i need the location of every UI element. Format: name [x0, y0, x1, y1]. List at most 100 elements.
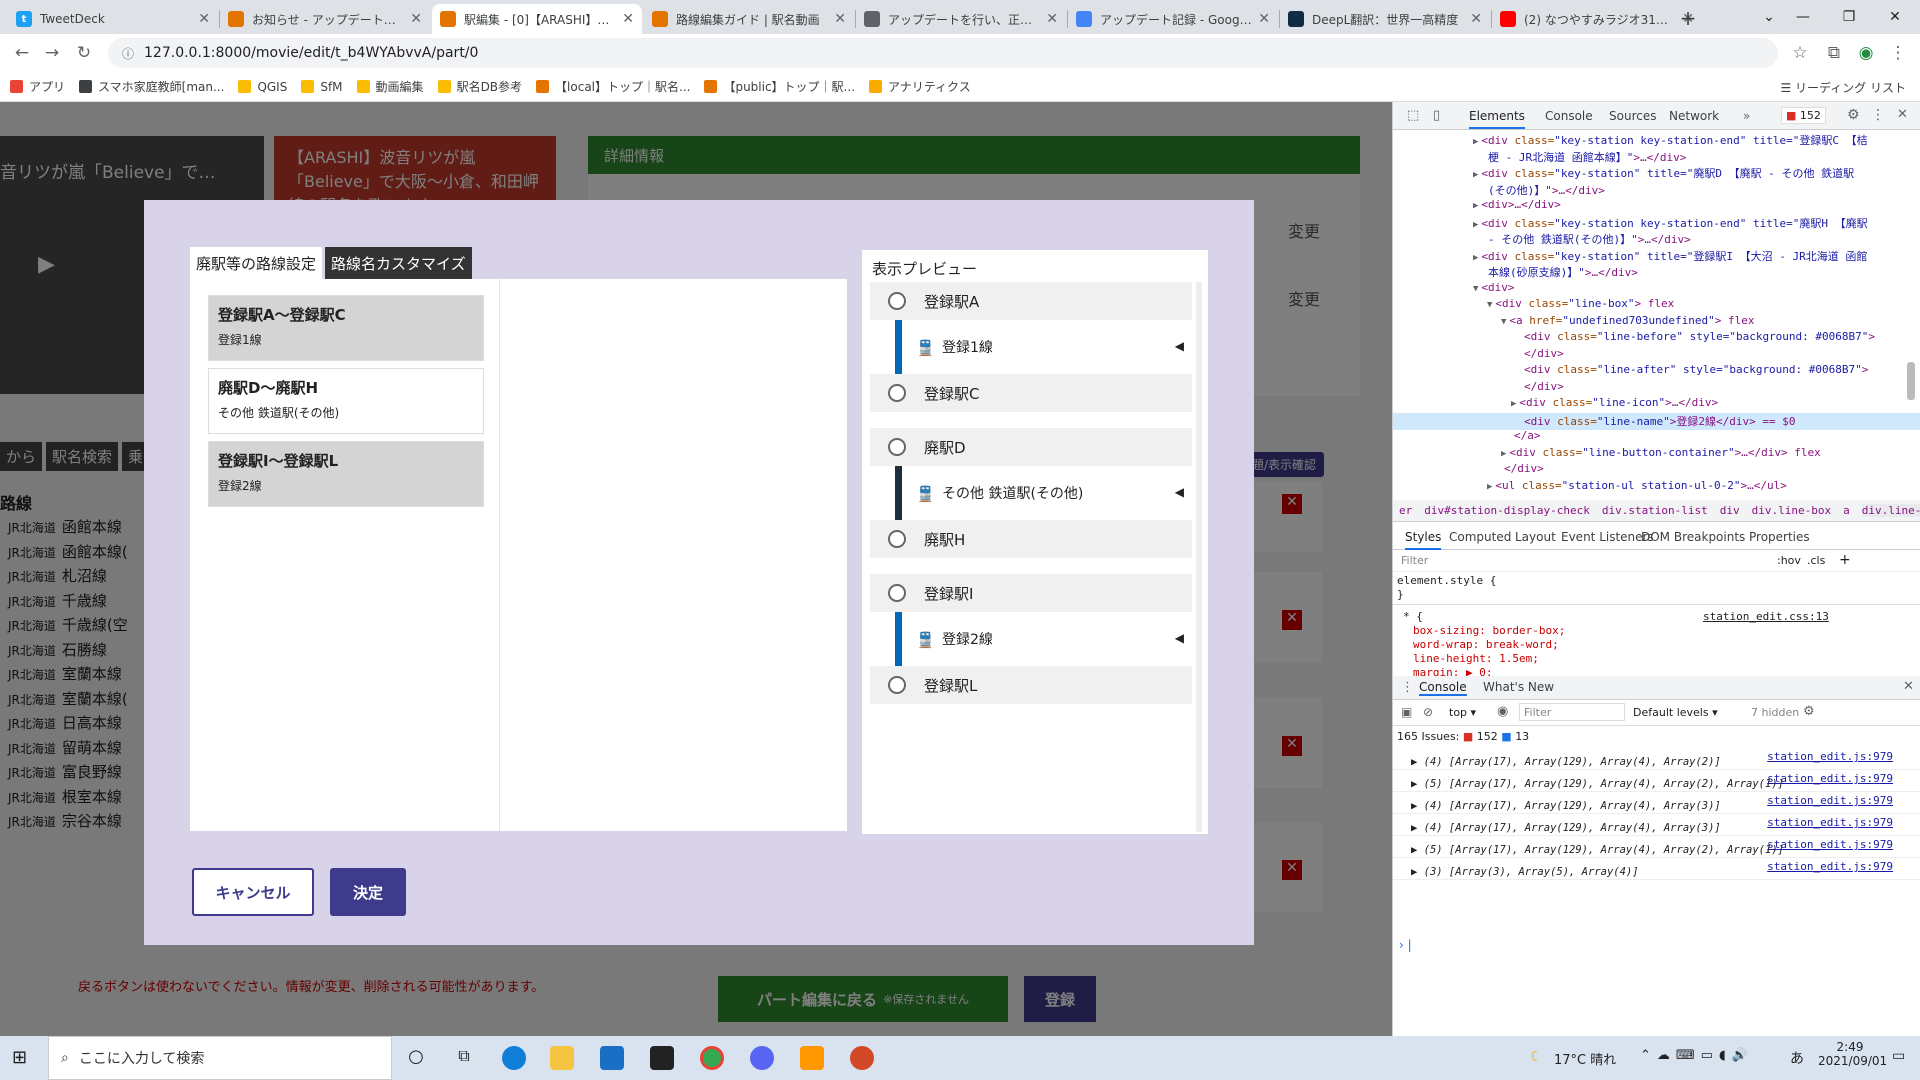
console-entry[interactable]: ▶ (4) [Array(17), Array(129), Array(4), …	[1393, 748, 1920, 770]
css-property[interactable]: box-sizing: border-box;	[1413, 624, 1565, 638]
dom-expand-arrow-icon[interactable]: ▶	[1501, 449, 1506, 459]
devtools-tab-sources[interactable]: Sources	[1609, 109, 1656, 123]
console-source-link[interactable]: station_edit.js:979	[1767, 816, 1893, 829]
bookmark-7[interactable]: 【public】トップ｜駅...	[704, 78, 855, 95]
browser-menu-icon[interactable]: ⋮	[1884, 40, 1912, 66]
mail-icon[interactable]	[600, 1046, 624, 1070]
file-explorer-icon[interactable]	[550, 1046, 574, 1070]
clock[interactable]: 2:49 2021/09/01	[1818, 1040, 1887, 1068]
styles-tab-2[interactable]: Layout	[1515, 530, 1556, 544]
browser-tab-0[interactable]: t TweetDeck ✕	[8, 4, 218, 34]
tab-close-icon[interactable]: ✕	[1258, 11, 1270, 27]
hov-toggle[interactable]: :hov	[1777, 554, 1801, 567]
dom-expand-arrow-icon[interactable]: ▶	[1473, 137, 1478, 147]
drawer-menu-icon[interactable]: ⋮	[1401, 680, 1414, 695]
reload-icon[interactable]: ↻	[70, 40, 98, 66]
dom-expand-arrow-icon[interactable]: ▶	[1473, 220, 1478, 230]
browser-tab-6[interactable]: DeepL翻訳：世界一高精度 ✕	[1280, 4, 1490, 34]
elements-scrollbar[interactable]	[1907, 362, 1915, 400]
dom-node-line[interactable]: <div class="line-before" style="backgrou…	[1393, 330, 1920, 347]
browser-tab-2[interactable]: 駅編集 - [0]【ARASHI】波音 ✕	[432, 4, 642, 34]
breadcrumb-item[interactable]: div.station-list	[1602, 504, 1708, 517]
devtools-tab-network[interactable]: Network	[1669, 109, 1719, 123]
dom-node-line[interactable]: ▶ <ul class="station-ul station-ul-0-2">……	[1393, 479, 1920, 496]
dom-expand-arrow-icon[interactable]: ▼	[1487, 300, 1492, 310]
dom-node-line[interactable]: </div>	[1393, 347, 1920, 364]
issues-summary[interactable]: 165 Issues: ■ 152 ■ 13	[1397, 730, 1529, 743]
dom-expand-arrow-icon[interactable]: ▶	[1487, 482, 1492, 492]
dom-expand-arrow-icon[interactable]: ▶	[1473, 253, 1478, 263]
bookmark-0[interactable]: アプリ	[10, 78, 65, 95]
terminal-icon[interactable]	[650, 1046, 674, 1070]
breadcrumb-item[interactable]: div.line-box	[1752, 504, 1831, 517]
chrome-icon[interactable]	[700, 1046, 724, 1070]
context-select[interactable]: top ▾	[1449, 706, 1476, 719]
close-devtools-icon[interactable]: ✕	[1897, 107, 1908, 122]
browser-tab-4[interactable]: アップデートを行い、正式に公開 ✕	[856, 4, 1066, 34]
weather-text[interactable]: 17°C 晴れ	[1554, 1049, 1616, 1068]
console-source-link[interactable]: station_edit.js:979	[1767, 860, 1893, 873]
dom-expand-arrow-icon[interactable]: ▼	[1501, 317, 1506, 327]
task-view-icon[interactable]: ⧉	[452, 1046, 476, 1070]
dom-node-line[interactable]: </div>	[1393, 462, 1920, 479]
cortana-icon[interactable]: ○	[404, 1046, 428, 1070]
system-tray-icons[interactable]: ⌃☁⌨▭◖🔊	[1640, 1048, 1754, 1063]
rule-source-link[interactable]: station_edit.css:13	[1703, 610, 1829, 623]
dom-node-line[interactable]: </a>	[1393, 429, 1920, 446]
ok-button[interactable]: 決定	[330, 868, 406, 916]
bookmark-4[interactable]: 動画編集	[356, 78, 424, 95]
address-bar[interactable]: ⓘ 127.0.0.1:8000/movie/edit/t_b4WYAbvvA/…	[108, 38, 1778, 68]
dom-node-line[interactable]: ▶ <div class="line-button-container">…</d…	[1393, 446, 1920, 463]
edge-icon[interactable]	[502, 1046, 526, 1070]
minimize-button[interactable]: —	[1780, 0, 1826, 34]
console-sidebar-icon[interactable]: ▣	[1401, 705, 1412, 719]
dom-node-line[interactable]: ▼ <div class="line-box"> flex	[1393, 297, 1920, 314]
cancel-button[interactable]: キャンセル	[192, 868, 314, 916]
preview-scrollbar[interactable]	[1196, 282, 1202, 832]
dom-node-line[interactable]: ▶ <div class="key-station" title="登録駅I 【大…	[1393, 248, 1920, 265]
dom-node-line[interactable]: ▶ <div class="key-station key-station-end…	[1393, 132, 1920, 149]
breadcrumb-item[interactable]: div.line-name	[1861, 504, 1920, 517]
dom-expand-arrow-icon[interactable]: ▶	[1473, 201, 1478, 211]
devtools-menu-icon[interactable]: ⋮	[1871, 107, 1885, 123]
cls-toggle[interactable]: .cls	[1807, 554, 1825, 567]
weather-moon-icon[interactable]: ☾	[1530, 1049, 1543, 1065]
bookmark-8[interactable]: アナリティクス	[869, 78, 971, 95]
forward-arrow-icon[interactable]: →	[38, 40, 66, 66]
breadcrumb-item[interactable]: er	[1399, 504, 1412, 517]
dom-node-line[interactable]: </div>	[1393, 380, 1920, 397]
bookmark-star-icon[interactable]: ☆	[1786, 40, 1814, 66]
dom-node-line[interactable]: ▶ <div class="key-station" title="廃駅D 【廃駅…	[1393, 165, 1920, 182]
dom-expand-arrow-icon[interactable]: ▶	[1511, 399, 1516, 409]
bookmark-5[interactable]: 駅名DB参考	[437, 78, 522, 95]
console-entry[interactable]: ▶ (4) [Array(17), Array(129), Array(4), …	[1393, 792, 1920, 814]
dom-node-line[interactable]: ▶ <div>…</div>	[1393, 198, 1920, 215]
styles-filter-input[interactable]: Filter	[1401, 554, 1428, 567]
console-settings-gear-icon[interactable]: ⚙	[1803, 704, 1815, 719]
drawer-tab-whats-new[interactable]: What's New	[1483, 680, 1554, 694]
maximize-button[interactable]: ❐	[1826, 0, 1872, 34]
browser-tab-1[interactable]: お知らせ - アップデートを行いま ✕	[220, 4, 430, 34]
console-source-link[interactable]: station_edit.js:979	[1767, 838, 1893, 851]
new-tab-button[interactable]: +	[1674, 4, 1702, 32]
collapse-arrow-icon[interactable]: ◀	[1175, 485, 1184, 499]
more-tabs-icon[interactable]: »	[1743, 109, 1750, 123]
notification-icon[interactable]: ▭	[1892, 1048, 1905, 1064]
dom-node-line[interactable]: (その他)】">…</div>	[1393, 182, 1920, 199]
dom-node-line[interactable]: <div class="line-name">登録2線</div> == $0	[1393, 412, 1920, 430]
preview-line-row[interactable]: 🚆 その他 鉄道駅(その他) ◀	[870, 466, 1192, 520]
dom-node-line[interactable]: <div class="line-after" style="backgroun…	[1393, 363, 1920, 380]
live-expression-eye-icon[interactable]: ◉	[1497, 704, 1508, 719]
tab-close-icon[interactable]: ✕	[1470, 11, 1482, 27]
settings-gear-icon[interactable]: ⚙	[1847, 107, 1860, 123]
browser-tab-7[interactable]: (2) なつやすみラジオ31日目 ✕	[1492, 4, 1702, 34]
tab-close-icon[interactable]: ✕	[834, 11, 846, 27]
tab-close-icon[interactable]: ✕	[622, 11, 634, 27]
preview-line-row[interactable]: 🚆 登録1線 ◀	[870, 320, 1192, 374]
styles-tab-5[interactable]: Properties	[1749, 530, 1810, 544]
close-window-button[interactable]: ✕	[1872, 0, 1918, 34]
inspect-element-icon[interactable]: ⬚	[1407, 108, 1419, 123]
back-arrow-icon[interactable]: ←	[8, 40, 36, 66]
breadcrumb-item[interactable]: div#station-display-check	[1424, 504, 1590, 517]
console-entry[interactable]: ▶ (5) [Array(17), Array(129), Array(4), …	[1393, 836, 1920, 858]
